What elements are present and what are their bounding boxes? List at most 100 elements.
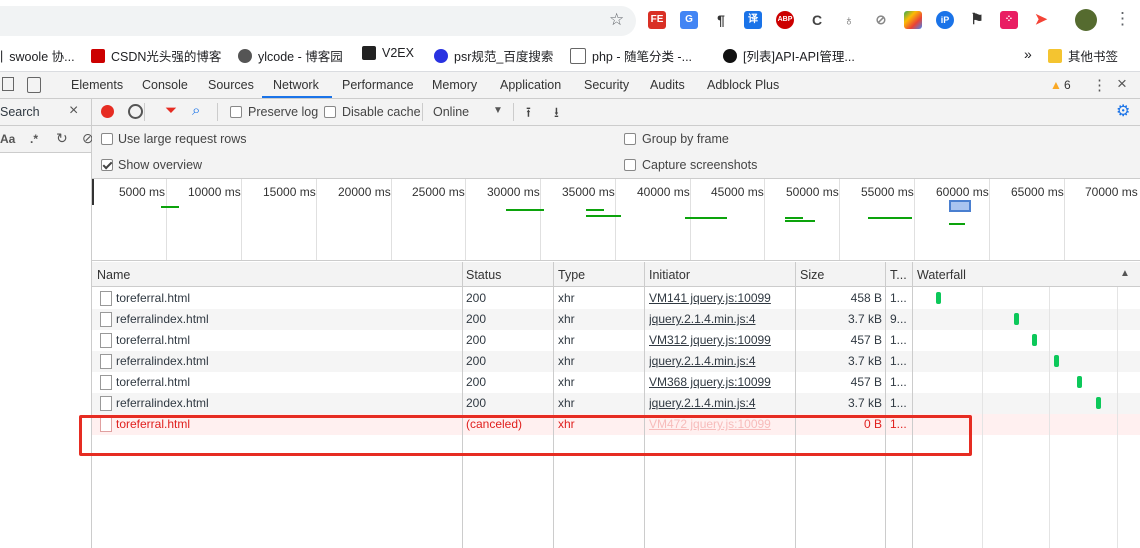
group-by-frame-label[interactable]: Group by frame (642, 132, 729, 146)
bulb-extension-icon[interactable]: ♁ (840, 11, 858, 29)
devtools-tab-bar: Elements Console Sources Network Perform… (0, 72, 1140, 99)
profile-avatar[interactable] (1075, 9, 1097, 31)
bookmark-swoole[interactable]: | swoole 协... (0, 46, 75, 65)
search-close-icon[interactable]: × (69, 102, 78, 120)
column-header-size[interactable]: Size (800, 268, 824, 282)
network-overview[interactable]: 5000 ms 10000 ms 15000 ms 20000 ms 25000… (92, 179, 1140, 261)
column-divider[interactable] (644, 262, 645, 548)
tab-adblock-plus[interactable]: Adblock Plus (707, 78, 779, 92)
translate-extension-icon[interactable]: G (680, 11, 698, 29)
request-initiator[interactable]: jquery.2.1.4.min.js:4 (649, 354, 756, 368)
dice-extension-icon[interactable]: ⁘ (1000, 11, 1018, 29)
chrome-menu-icon[interactable]: ⋮ (1114, 9, 1131, 29)
overview-left-handle[interactable] (92, 179, 94, 205)
omnibox[interactable] (0, 6, 636, 36)
export-har-icon[interactable]: ⭳ (554, 102, 559, 126)
yi-extension-icon[interactable]: 译 (744, 11, 762, 29)
request-initiator[interactable]: jquery.2.1.4.min.js:4 (649, 396, 756, 410)
disable-cache-label[interactable]: Disable cache (342, 105, 421, 119)
tab-security[interactable]: Security (584, 78, 629, 92)
tab-elements[interactable]: Elements (71, 78, 123, 92)
column-header-name[interactable]: Name (97, 268, 130, 282)
preserve-log-label[interactable]: Preserve log (248, 105, 318, 119)
filter-icon[interactable]: ⏷ (165, 102, 177, 119)
tab-performance[interactable]: Performance (342, 78, 414, 92)
hidden-extension-icon[interactable]: ⊘ (872, 11, 890, 29)
request-name[interactable]: toreferral.html (116, 291, 190, 305)
search-title: Search (0, 105, 40, 119)
request-initiator[interactable]: jquery.2.1.4.min.js:4 (649, 312, 756, 326)
tab-audits[interactable]: Audits (650, 78, 685, 92)
bookmark-other[interactable]: 其他书签 (1048, 46, 1118, 65)
large-rows-label[interactable]: Use large request rows (118, 132, 247, 146)
show-overview-label[interactable]: Show overview (118, 158, 202, 172)
tab-network[interactable]: Network (273, 78, 319, 92)
bookmark-extension-icon[interactable]: ⚑ (968, 11, 986, 29)
ci-extension-icon[interactable]: C (808, 11, 826, 29)
search-pane (0, 99, 92, 548)
gear-icon[interactable]: ⚙ (1116, 101, 1130, 121)
match-case-button[interactable]: Aa (0, 132, 15, 146)
bookmark-php[interactable]: php - 随笔分类 -... (570, 46, 692, 65)
bookmark-cnblogs[interactable]: ylcode - 博客园 (238, 46, 343, 65)
devtools-close-icon[interactable]: × (1117, 74, 1127, 94)
column-divider[interactable] (553, 262, 554, 548)
column-header-status[interactable]: Status (466, 268, 501, 282)
request-name[interactable]: referralindex.html (116, 396, 209, 410)
request-initiator[interactable]: VM141 jquery.js:10099 (649, 291, 771, 305)
request-name[interactable]: referralindex.html (116, 354, 209, 368)
throttle-select[interactable]: Online (433, 105, 469, 119)
capture-screenshots-label[interactable]: Capture screenshots (642, 158, 757, 172)
column-header-waterfall[interactable]: Waterfall (917, 268, 966, 282)
column-divider[interactable] (795, 262, 796, 548)
chevron-down-icon[interactable]: ▼ (493, 105, 503, 116)
bookmark-v2ex[interactable]: V2EX (362, 46, 414, 60)
column-divider[interactable] (885, 262, 886, 548)
bookmark-api[interactable]: [列表]API-API管理... (723, 46, 855, 65)
column-header-initiator[interactable]: Initiator (649, 268, 690, 282)
tab-sources[interactable]: Sources (208, 78, 254, 92)
large-rows-checkbox[interactable] (101, 133, 113, 145)
request-initiator[interactable]: VM312 jquery.js:10099 (649, 333, 771, 347)
devtools-menu-icon[interactable]: ⋮ (1092, 76, 1107, 94)
star-icon[interactable]: ☆ (609, 10, 624, 30)
warning-count[interactable]: 6 (1064, 78, 1071, 92)
request-name[interactable]: toreferral.html (116, 375, 190, 389)
tab-application[interactable]: Application (500, 78, 561, 92)
arrow-extension-icon[interactable]: ➤ (1032, 11, 1050, 29)
record-icon[interactable] (101, 105, 114, 118)
bookmark-baidu[interactable]: psr规范_百度搜索 (434, 46, 553, 65)
bookmarks-overflow-button[interactable]: » (1024, 46, 1032, 62)
regex-button[interactable]: .* (30, 132, 38, 146)
column-divider[interactable] (912, 262, 913, 548)
refresh-icon[interactable]: ↻ (56, 130, 68, 147)
api-icon (723, 48, 737, 63)
import-har-icon[interactable]: ⭱ (526, 102, 531, 126)
column-divider[interactable] (462, 262, 463, 548)
group-by-frame-checkbox[interactable] (624, 133, 636, 145)
tab-console[interactable]: Console (142, 78, 188, 92)
column-header-time[interactable]: T... (890, 268, 907, 282)
request-name[interactable]: toreferral.html (116, 333, 190, 347)
search-icon[interactable]: ⌕ (192, 102, 200, 119)
column-header-type[interactable]: Type (558, 268, 585, 282)
request-name[interactable]: referralindex.html (116, 312, 209, 326)
inspect-element-icon[interactable] (2, 77, 14, 91)
ip-extension-icon[interactable]: iP (936, 11, 954, 29)
request-initiator[interactable]: VM368 jquery.js:10099 (649, 375, 771, 389)
sort-ascending-icon[interactable]: ▲ (1120, 268, 1130, 279)
fe-extension-icon[interactable]: FE (648, 11, 666, 29)
bookmark-csdn[interactable]: CSDN光头强的博客 (91, 46, 221, 65)
show-overview-checkbox[interactable] (101, 159, 113, 171)
device-toolbar-icon[interactable] (27, 77, 41, 93)
baidu-paw-icon (434, 48, 448, 63)
warning-icon[interactable]: ▲ (1050, 78, 1062, 92)
colorful-extension-icon[interactable] (904, 11, 922, 29)
adblock-extension-icon[interactable]: ABP (776, 11, 794, 29)
clear-log-icon[interactable] (128, 104, 143, 119)
disable-cache-checkbox[interactable] (324, 106, 336, 118)
capture-screenshots-checkbox[interactable] (624, 159, 636, 171)
paragraph-extension-icon[interactable]: ¶ (712, 11, 730, 29)
tab-memory[interactable]: Memory (432, 78, 477, 92)
preserve-log-checkbox[interactable] (230, 106, 242, 118)
